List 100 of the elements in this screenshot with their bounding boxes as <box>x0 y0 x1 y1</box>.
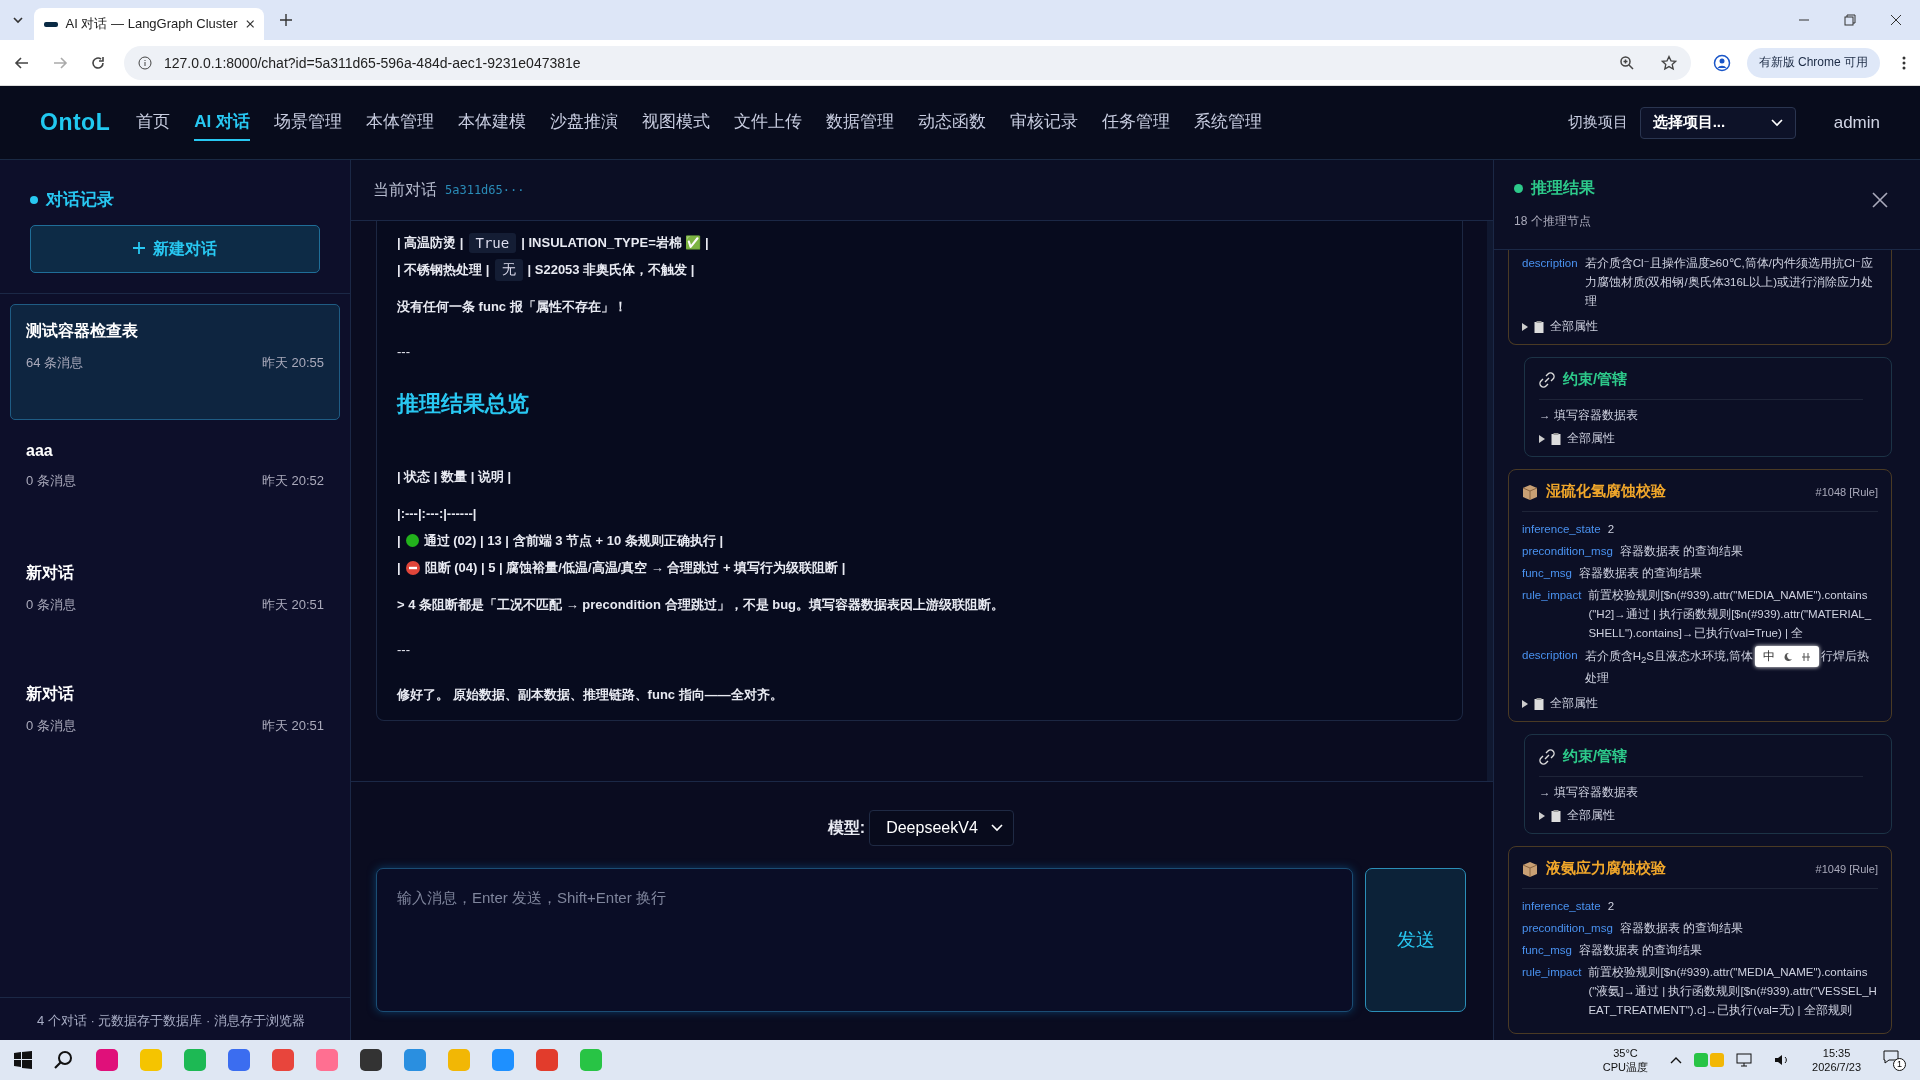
rule-title: 液氨应力腐蚀校验 <box>1546 859 1666 879</box>
message-text: | <box>397 533 401 548</box>
conversation-item[interactable]: aaa 0 条消息 昨天 20:52 <box>10 425 340 541</box>
markdown-rule: --- <box>397 343 411 361</box>
nav-link[interactable]: 数据管理 <box>825 104 894 141</box>
markdown-rule: --- <box>397 641 411 659</box>
temperature: 35°C <box>1613 1046 1638 1060</box>
conversation-item[interactable]: 新对话 0 条消息 昨天 20:51 <box>10 546 340 662</box>
field-value: 前置校验规则[$n(#939).attr("MEDIA_NAME").contains("液氨]→通过 | 执行函数规则[$n(#939).attr("VESSEL_HEAT_TREATMENT").c]→已执行(val=无) | 全部规则 <box>1588 965 1878 1019</box>
all-attributes-toggle[interactable]: 全部属性 <box>1522 696 1878 712</box>
clipboard-icon <box>1534 697 1544 710</box>
grid-icon <box>1801 651 1812 662</box>
rule-title: 湿硫化氢腐蚀校验 <box>1546 482 1666 501</box>
field-value: 若介质含Cl⁻且操作温度≥60℃,筒体/内件须选用抗Cl⁻应力腐蚀材质(双相钢/奥氏体316L以上)或进行消除应力处理 <box>1584 256 1875 309</box>
message-text: | 状态 | 数量 | 说明 | <box>397 467 513 486</box>
message-text: > 4 条阻断都是「工况不匹配 → precondition 合理跳过」，不是 bug。填写容器数据表因上游级联阻断。 <box>397 595 1006 614</box>
new-tab-icon[interactable] <box>280 14 292 26</box>
ime-toolbar[interactable]: 中 <box>1755 646 1820 667</box>
nav-link[interactable]: AI 对话 <box>194 104 250 141</box>
nav-link[interactable]: 场景管理 <box>273 104 342 141</box>
status-dot <box>405 534 419 547</box>
nav-link[interactable]: 首页 <box>136 104 171 141</box>
close-icon[interactable] <box>1872 192 1888 208</box>
nav-link[interactable]: 沙盘推演 <box>549 104 618 141</box>
model-select[interactable]: DeepseekV4 <box>869 810 1015 846</box>
conversation-item[interactable]: 测试容器检查表 64 条消息 昨天 20:55 <box>10 304 340 420</box>
nav-link[interactable]: 审核记录 <box>1009 104 1078 141</box>
nav-link[interactable]: 系统管理 <box>1193 104 1262 141</box>
caret-icon <box>1770 118 1783 127</box>
search-icon[interactable] <box>54 1050 74 1070</box>
nav-link[interactable]: 本体管理 <box>365 104 434 141</box>
nav-link[interactable]: 视图模式 <box>641 104 710 141</box>
all-attributes-toggle[interactable]: 全部属性 <box>1539 808 1863 824</box>
message-count: 0 条消息 <box>26 717 76 735</box>
link-icon <box>1539 748 1555 765</box>
constraint-target: → 填写容器数据表 <box>1539 785 1639 801</box>
caret-icon <box>1522 699 1528 708</box>
moon-icon <box>1783 651 1794 662</box>
field-value: 容器数据表 的查询结果 <box>1619 921 1744 937</box>
update-button[interactable]: 有新版 Chrome 可用 <box>1746 47 1880 78</box>
close-icon[interactable] <box>245 19 254 29</box>
new-chat-button[interactable]: 新建对话 <box>30 225 320 273</box>
chevron-up-icon[interactable] <box>1670 1056 1683 1064</box>
field-key: rule_impact <box>1522 586 1582 643</box>
nav-link[interactable]: 本体建模 <box>457 104 526 141</box>
field-value: 前置校验规则[$n(#939).attr("MEDIA_NAME").contains("H2]→通过 | 执行函数规则[$n(#939).attr("MATERIAL_SHELL").contains]→已执行(val=True) | 全 <box>1588 588 1873 641</box>
link-icon <box>1539 371 1555 388</box>
message-input[interactable]: 输入消息，Enter 发送，Shift+Enter 换行 <box>376 868 1353 1012</box>
constraint-title: 约束/管辖 <box>1563 747 1628 767</box>
reload-icon[interactable] <box>90 54 106 71</box>
caret-icon <box>1539 434 1545 443</box>
nav-link[interactable]: 任务管理 <box>1101 104 1170 141</box>
message-count: 0 条消息 <box>26 596 76 614</box>
conversation-title: 新对话 <box>26 684 75 704</box>
field-key: func_msg <box>1522 941 1572 961</box>
conversation-title: aaa <box>26 442 54 460</box>
zoom-icon[interactable] <box>1618 54 1635 71</box>
send-button[interactable]: 发送 <box>1365 868 1466 1012</box>
message-text: 阻断 (04) | 5 | 腐蚀裕量/低温/高温/真空 → 合理跳过 + 填写行为级联阻断 | <box>424 558 846 577</box>
project-select[interactable]: 选择项目... <box>1639 106 1796 139</box>
star-icon[interactable] <box>1660 54 1677 71</box>
windows-icon[interactable] <box>14 1051 32 1069</box>
rule-id: #1048 [Rule] <box>1815 485 1878 498</box>
nav-link[interactable]: 动态函数 <box>917 104 986 141</box>
no-entry-icon <box>405 560 420 575</box>
message-text: | 高温防烫 | <box>397 233 464 252</box>
back-icon[interactable] <box>14 54 30 71</box>
chat-header-label: 当前对话 <box>373 179 437 200</box>
more-icon[interactable] <box>1902 55 1906 70</box>
restore-icon[interactable] <box>1844 14 1856 26</box>
tab-list-icon[interactable] <box>12 14 24 26</box>
status-dot <box>1514 184 1523 193</box>
nav-link[interactable]: 文件上传 <box>733 104 802 141</box>
info-icon[interactable] <box>138 55 152 70</box>
conversation-item[interactable]: 新对话 0 条消息 昨天 20:51 <box>10 667 340 783</box>
field-key: precondition_msg <box>1522 919 1613 939</box>
box-icon <box>1522 483 1538 500</box>
app-logo[interactable]: OntoL <box>40 109 111 136</box>
app-icon[interactable] <box>360 1049 382 1071</box>
field-value: 容器数据表 的查询结果 <box>1619 544 1744 559</box>
field-value: 容器数据表 的查询结果 <box>1578 943 1704 959</box>
message-text: 修好了。 原始数据、副本数据、推理链路、func 指向——全对齐。 <box>397 685 784 704</box>
browser-tab[interactable]: AI 对话 — LangGraph Cluster <box>34 8 264 40</box>
caret-icon <box>1539 811 1545 820</box>
all-attributes-toggle[interactable]: 全部属性 <box>1522 319 1878 334</box>
field-key: func_msg <box>1522 564 1572 583</box>
field-key: description <box>1522 646 1578 689</box>
conversation-time: 昨天 20:51 <box>261 596 324 614</box>
address-field[interactable]: 127.0.0.1:8000/chat?id=5a311d65-596a-484d-aec1-9231e047381e <box>124 45 1691 80</box>
all-attributes-toggle[interactable]: 全部属性 <box>1539 431 1863 446</box>
profile-icon[interactable] <box>1712 53 1731 72</box>
conversation-title: 新对话 <box>26 563 75 583</box>
close-icon[interactable] <box>1890 14 1902 26</box>
field-value: 2 <box>1607 522 1616 537</box>
conversation-time: 昨天 20:55 <box>261 354 324 372</box>
field-key: precondition_msg <box>1522 542 1613 561</box>
field-key: rule_impact <box>1522 963 1582 1021</box>
user-name[interactable]: admin <box>1833 112 1880 133</box>
clipboard-icon <box>1551 432 1561 445</box>
clock-date: 2026/7/23 <box>1812 1060 1861 1074</box>
